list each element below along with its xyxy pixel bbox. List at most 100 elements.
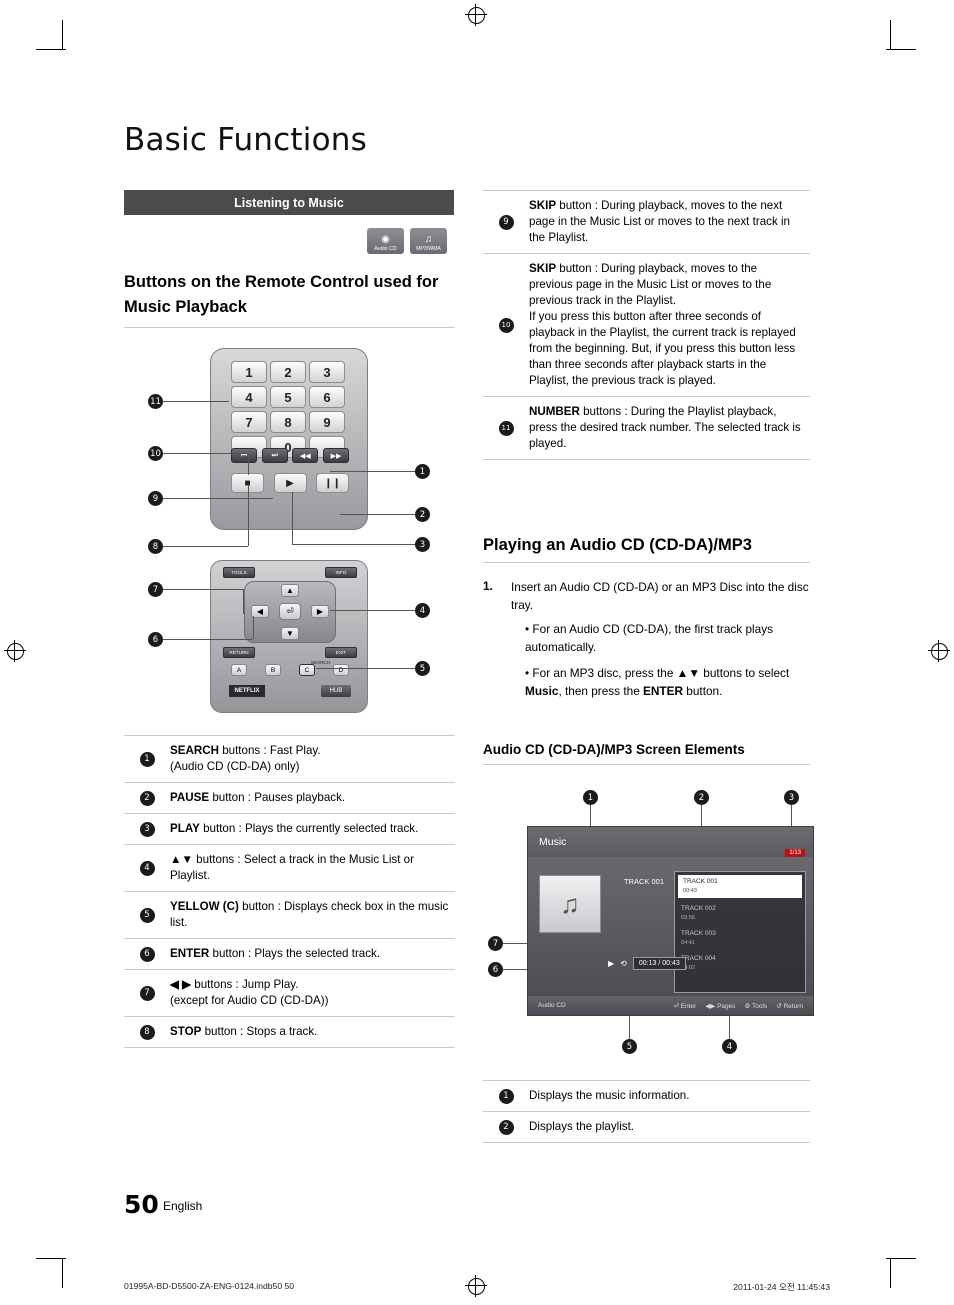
callout-3: 3 — [415, 537, 430, 552]
row-text: Displays the music information. — [529, 1089, 690, 1102]
table-row: 10 SKIP button : During playback, moves … — [483, 253, 810, 396]
table-row: 2 Displays the playlist. — [483, 1111, 810, 1143]
color-buttons-row: A B C D — [231, 664, 349, 676]
crop-mark — [886, 1258, 916, 1259]
table-row: 9 SKIP button : During playback, moves t… — [483, 190, 810, 253]
key-2: 2 — [270, 361, 306, 383]
dpad-down-icon: ▼ — [281, 627, 299, 640]
callout-4: 4 — [415, 603, 430, 618]
row-desc: button : During playback, moves to the p… — [529, 262, 796, 387]
page-title: Basic Functions — [124, 122, 367, 158]
key-3: 3 — [309, 361, 345, 383]
row-strong: STOP — [170, 1025, 202, 1038]
row-desc: buttons : Jump Play. (except for Audio CD… — [170, 978, 329, 1007]
row-strong: NUMBER — [529, 405, 580, 418]
playlist-item: TRACK 001 00:43 — [678, 875, 802, 898]
row-number: 3 — [139, 821, 155, 837]
playlist-item-name: TRACK 001 — [683, 878, 718, 885]
row-desc: button : Stops a track. — [201, 1025, 318, 1038]
callout-5: 5 — [415, 661, 430, 676]
tools-button: TOOLS — [223, 567, 255, 578]
key-1: 1 — [231, 361, 267, 383]
row-text: Displays the playlist. — [529, 1120, 635, 1133]
leader-line — [330, 610, 415, 611]
leader-line — [248, 453, 249, 475]
leader-line — [243, 589, 244, 614]
search-fwd-icon: ▶▶ — [322, 448, 349, 463]
crop-mark — [36, 1258, 66, 1259]
callout-1: 1 — [415, 464, 430, 479]
row-text: YELLOW (C) button : Displays check box i… — [170, 892, 455, 938]
dpad: ▲ ▼ ◀ ▶ ⏎ — [244, 581, 336, 643]
row-text: PAUSE button : Pauses playback. — [170, 783, 351, 813]
key-9: 9 — [309, 411, 345, 433]
key-5: 5 — [270, 386, 306, 408]
bullet-dot: • — [525, 666, 530, 680]
screen-header — [528, 827, 813, 857]
row-strong: SKIP — [529, 262, 557, 275]
key-7: 7 — [231, 411, 267, 433]
table-row: 7 ◀ ▶ buttons : Jump Play. (except for Au… — [124, 969, 455, 1016]
row-strong: ▲▼ — [170, 853, 193, 866]
badge-mp3-wma: ♫ MP3/WMA — [410, 228, 447, 254]
row-text: STOP button : Stops a track. — [170, 1017, 323, 1047]
number-keypad: 1 2 3 4 5 6 7 8 9 0 — [231, 361, 349, 458]
key-6: 6 — [309, 386, 345, 408]
key-8: 8 — [270, 411, 306, 433]
playback-status-bar: ▶ ⟲ 00:13 / 00:43 — [608, 957, 728, 970]
left-button-table: 1 SEARCH buttons : Fast Play. (Audio CD (… — [124, 735, 455, 1048]
table-row: 1 SEARCH buttons : Fast Play. (Audio CD (… — [124, 735, 455, 782]
hint-tools: ⚙ Tools — [744, 1002, 768, 1010]
row-number: 10 — [498, 317, 514, 333]
row-text: NUMBER buttons : During the Playlist pla… — [529, 397, 810, 459]
page-indicator: 1/13 — [785, 849, 805, 857]
row-number: 8 — [139, 1024, 155, 1040]
color-button-a: A — [231, 664, 247, 676]
leader-line — [629, 1015, 630, 1039]
row-text: PLAY button : Plays the currently select… — [170, 814, 424, 844]
playlist-item-name: TRACK 003 — [681, 930, 716, 937]
screen-callout-7: 7 — [488, 936, 503, 951]
dpad-right-icon: ▶ — [311, 605, 329, 618]
callout-7: 7 — [148, 582, 163, 597]
play-icon: ▶ — [273, 473, 307, 493]
pause-icon: ❙❙ — [316, 473, 349, 493]
info-button: INFO — [325, 567, 357, 578]
row-desc: buttons : Select a track in the Music Li… — [170, 853, 414, 882]
subheading: Buttons on the Remote Control used for M… — [124, 273, 439, 316]
color-button-b: B — [265, 664, 281, 676]
screen-callout-6: 6 — [488, 962, 503, 977]
leader-line — [316, 668, 415, 669]
disc-icon: ◉ — [381, 234, 390, 245]
hub-button: HUB — [321, 685, 351, 697]
row-desc: button : Plays the currently selected tr… — [199, 822, 419, 835]
table-row: 5 YELLOW (C) button : Displays check box… — [124, 891, 455, 938]
leader-line — [163, 401, 229, 402]
screen-callout-4: 4 — [722, 1039, 737, 1054]
table-row: 1 Displays the music information. — [483, 1080, 810, 1111]
row-number: 5 — [139, 907, 155, 923]
row-number: 1 — [139, 751, 155, 767]
row-text: SKIP button : During playback, moves to … — [529, 254, 810, 396]
row-desc: button : Pauses playback. — [209, 791, 346, 804]
callout-2: 2 — [415, 507, 430, 522]
row-number: 6 — [139, 946, 155, 962]
playlist-item-name: TRACK 002 — [681, 905, 716, 912]
row-text: ◀ ▶ buttons : Jump Play. (except for Audi… — [170, 970, 335, 1016]
playlist-panel: TRACK 001 00:43 TRACK 002 03:56 TRACK 00… — [674, 871, 806, 993]
crop-mark — [62, 20, 63, 50]
footer-left: 01995A-BD-D5500-ZA-ENG-0124.indb50 50 — [124, 1281, 295, 1291]
page-language: English — [163, 1199, 203, 1213]
hint-pages: ◀▶ Pages — [705, 1002, 736, 1010]
key-4: 4 — [231, 386, 267, 408]
playlist-item-time: 00:43 — [683, 887, 697, 894]
screen-callout-5: 5 — [622, 1039, 637, 1054]
badge-label: Audio CD — [374, 246, 397, 252]
crop-mark — [62, 1258, 63, 1288]
music-note-icon: ♫ — [424, 234, 433, 245]
leader-line — [163, 453, 248, 454]
row-text: ▲▼ buttons : Select a track in the Music… — [170, 845, 455, 891]
leader-line — [292, 492, 293, 544]
color-button-d: D — [333, 664, 349, 676]
row-number: 11 — [498, 420, 514, 436]
